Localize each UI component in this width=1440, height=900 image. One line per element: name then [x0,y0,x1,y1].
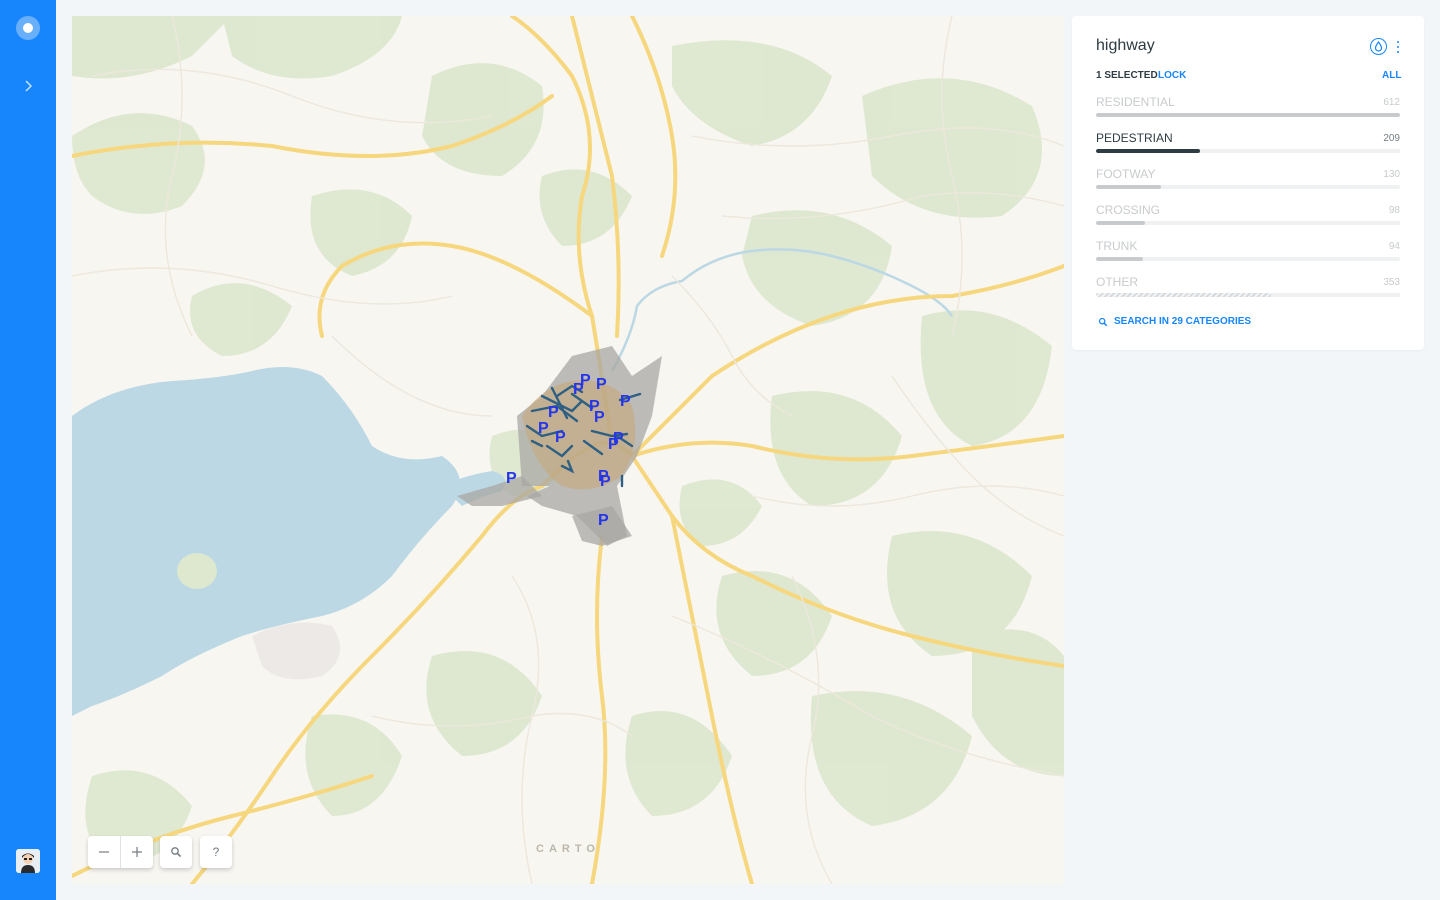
category-row[interactable]: CROSSING 98 [1096,203,1400,235]
parking-marker: P [548,404,559,421]
category-widget: highway 1 SELECTED LOCK ALL RESIDENTIAL … [1072,16,1424,350]
sidebar [0,0,56,900]
search-categories-label: SEARCH IN 29 CATEGORIES [1114,316,1252,327]
search-icon [171,847,182,858]
category-bar [1096,293,1400,297]
category-bar [1096,221,1400,225]
category-bar-fill [1096,185,1161,189]
map-search-button[interactable] [160,836,192,868]
category-bar [1096,113,1400,117]
category-bar-fill [1096,293,1272,297]
parking-marker: P [608,436,619,453]
widget-title: highway [1096,37,1155,54]
category-bar [1096,149,1400,153]
category-row[interactable]: RESIDENTIAL 612 [1096,95,1400,127]
category-row[interactable]: PEDESTRIAN 209 [1096,131,1400,163]
user-avatar[interactable] [16,849,40,873]
category-label: RESIDENTIAL [1096,95,1175,109]
category-bar-fill [1096,113,1400,117]
category-row-other[interactable]: OTHER 353 [1096,275,1400,307]
parking-marker: P [573,381,584,398]
category-label: TRUNK [1096,239,1138,253]
category-count: 353 [1383,277,1400,288]
category-bar-fill [1096,257,1143,261]
category-count: 98 [1388,205,1400,216]
category-label: PEDESTRIAN [1096,131,1173,145]
parking-marker: P [538,420,549,437]
parking-marker: P [598,512,609,529]
category-bar-fill [1096,221,1145,225]
category-row[interactable]: FOOTWAY 130 [1096,167,1400,199]
select-all-button[interactable]: ALL [1382,70,1401,81]
category-row[interactable]: TRUNK 94 [1096,239,1400,271]
category-label: OTHER [1096,275,1138,289]
parking-marker: P [600,473,611,490]
carto-attribution[interactable]: CARTO [536,843,600,855]
search-icon [1098,317,1108,326]
zoom-controls [88,836,153,868]
color-drop-icon[interactable] [1370,38,1387,55]
category-count: 612 [1383,97,1400,108]
category-count: 209 [1383,133,1400,144]
help-label: ? [212,845,220,859]
zoom-out-button[interactable] [88,836,120,868]
category-count: 94 [1388,241,1400,252]
category-bar [1096,185,1400,189]
category-label: CROSSING [1096,203,1161,217]
lock-button[interactable]: LOCK [1158,70,1186,81]
parking-marker: P [596,376,607,393]
parking-marker: P [555,429,566,446]
search-categories-button[interactable]: SEARCH IN 29 CATEGORIES [1098,316,1251,327]
selection-status: 1 SELECTED [1096,70,1158,81]
parking-marker: P [506,470,517,487]
carto-logo-icon[interactable] [16,16,40,40]
parking-marker: P [620,393,631,410]
category-label: FOOTWAY [1096,167,1156,181]
chevron-right-icon[interactable] [16,74,40,98]
category-count: 130 [1383,169,1400,180]
basemap: P P P P P P P P P P P P P P P [72,16,1064,884]
help-button[interactable]: ? [200,836,232,868]
zoom-in-button[interactable] [121,836,153,868]
more-vertical-icon[interactable] [1394,38,1402,56]
attribution-text: CARTO [536,843,600,855]
category-bar [1096,257,1400,261]
parking-marker: P [594,409,605,426]
category-bar-fill [1096,149,1200,153]
minus-icon [99,851,109,853]
map-canvas[interactable]: P P P P P P P P P P P P P P P ? CARTO [72,16,1064,884]
plus-icon [132,847,142,857]
